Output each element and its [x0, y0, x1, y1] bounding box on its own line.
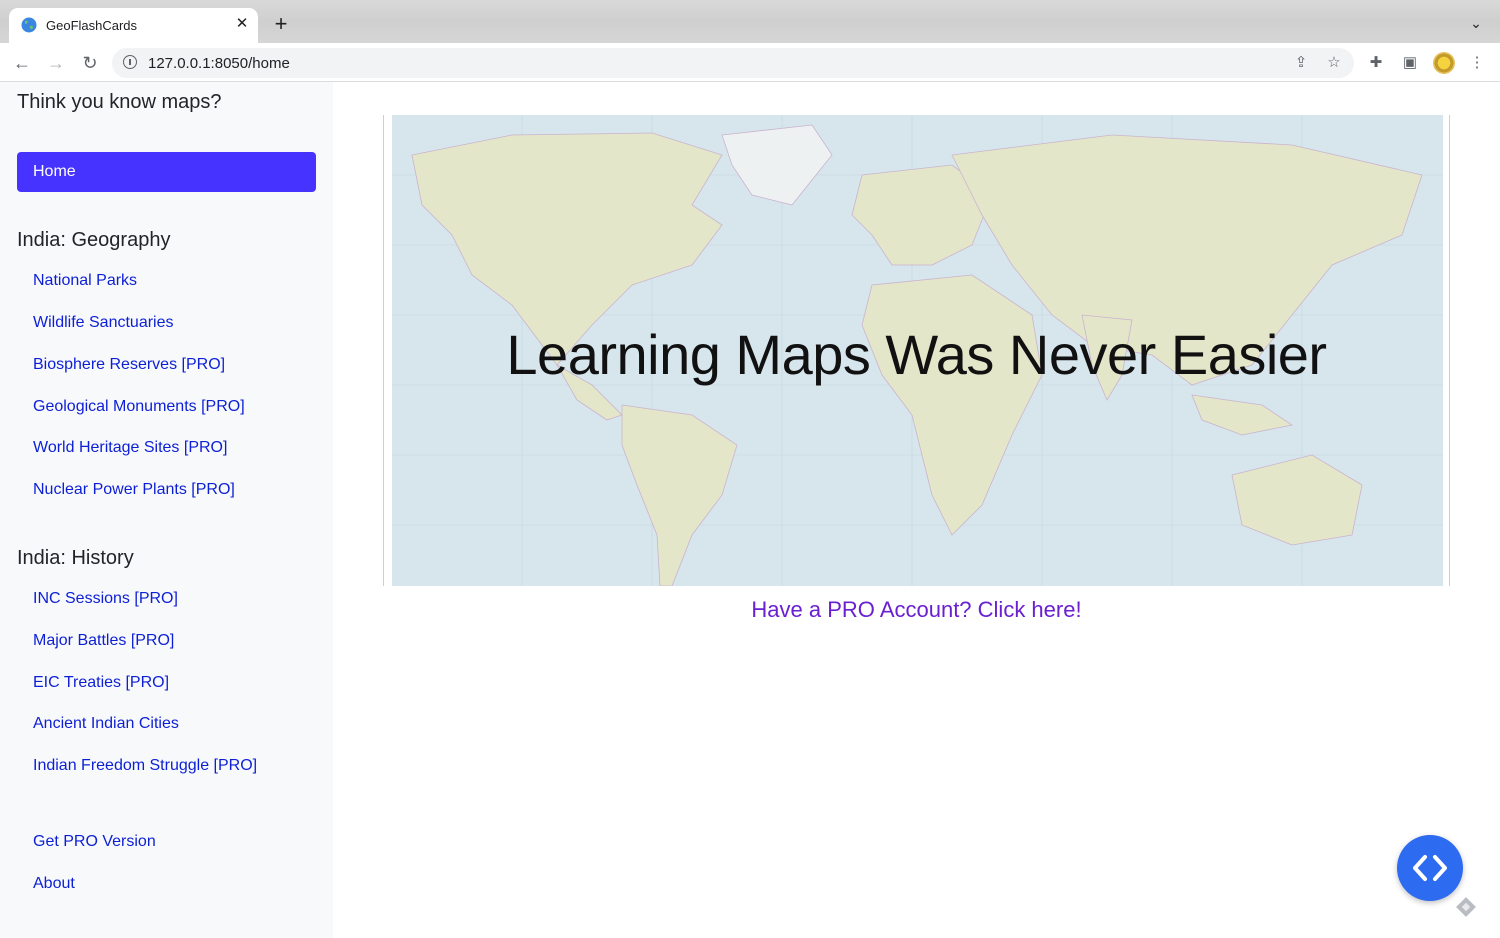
pro-account-link[interactable]: Have a PRO Account? Click here!	[333, 597, 1500, 623]
bookmark-star-icon[interactable]: ☆	[1325, 54, 1343, 72]
reload-icon[interactable]: ↻	[78, 51, 102, 75]
code-toggle-button[interactable]	[1397, 835, 1463, 901]
nav-link-ancient-indian-cities[interactable]: Ancient Indian Cities	[33, 715, 179, 733]
browser-tabstrip: GeoFlashCards ✕ + ⌄	[0, 0, 1500, 43]
hero-headline: Learning Maps Was Never Easier	[506, 323, 1327, 386]
section-title-geography: India: Geography	[17, 229, 171, 251]
nav-link-biosphere-reserves[interactable]: Biosphere Reserves [PRO]	[33, 356, 225, 374]
nav-link-about[interactable]: About	[33, 875, 75, 893]
browser-toolbar: ← → ↻ 127.0.0.1:8050/home ⇪ ☆ ✚ ▣ ⋮	[0, 43, 1500, 82]
nav-link-eic-treaties[interactable]: EIC Treaties [PRO]	[33, 674, 169, 692]
site-info-icon[interactable]	[123, 55, 137, 69]
nav-link-geological-monuments[interactable]: Geological Monuments [PRO]	[33, 398, 245, 416]
menu-kebab-icon[interactable]: ⋮	[1467, 53, 1487, 73]
back-icon[interactable]: ←	[10, 51, 34, 75]
new-tab-button[interactable]: +	[270, 13, 292, 36]
nav-link-nuclear-power-plants[interactable]: Nuclear Power Plants [PRO]	[33, 481, 235, 499]
nav-link-get-pro[interactable]: Get PRO Version	[33, 833, 156, 851]
globe-icon	[21, 17, 37, 33]
extensions-icon[interactable]: ✚	[1366, 53, 1386, 73]
nav-link-inc-sessions[interactable]: INC Sessions [PRO]	[33, 590, 178, 608]
tab-title: GeoFlashCards	[46, 18, 138, 33]
sidebar-tagline: Think you know maps?	[17, 91, 222, 113]
code-brackets-icon	[1413, 855, 1447, 881]
url-text: 127.0.0.1:8050/home	[148, 55, 290, 72]
address-bar[interactable]: 127.0.0.1:8050/home ⇪ ☆	[112, 48, 1354, 78]
hero-banner: Learning Maps Was Never Easier	[383, 115, 1450, 586]
section-title-history: India: History	[17, 547, 134, 569]
side-panel-icon[interactable]: ▣	[1400, 53, 1420, 73]
nav-link-major-battles[interactable]: Major Battles [PRO]	[33, 632, 174, 650]
nav-link-world-heritage-sites[interactable]: World Heritage Sites [PRO]	[33, 439, 227, 457]
main-content: Learning Maps Was Never Easier Have a PR…	[333, 82, 1500, 938]
nav-link-national-parks[interactable]: National Parks	[33, 272, 137, 290]
profile-avatar[interactable]	[1433, 52, 1455, 74]
plotly-badge-icon	[1456, 897, 1476, 917]
nav-link-wildlife-sanctuaries[interactable]: Wildlife Sanctuaries	[33, 314, 174, 332]
browser-tab[interactable]: GeoFlashCards ✕	[9, 8, 258, 43]
home-nav-button[interactable]: Home	[17, 152, 316, 192]
chevron-down-icon[interactable]: ⌄	[1466, 15, 1486, 35]
share-icon[interactable]: ⇪	[1292, 54, 1310, 72]
close-icon[interactable]: ✕	[233, 15, 251, 33]
forward-icon[interactable]: →	[44, 51, 68, 75]
sidebar: Think you know maps? Home India: Geograp…	[0, 82, 333, 938]
nav-link-indian-freedom-struggle[interactable]: Indian Freedom Struggle [PRO]	[33, 757, 257, 775]
